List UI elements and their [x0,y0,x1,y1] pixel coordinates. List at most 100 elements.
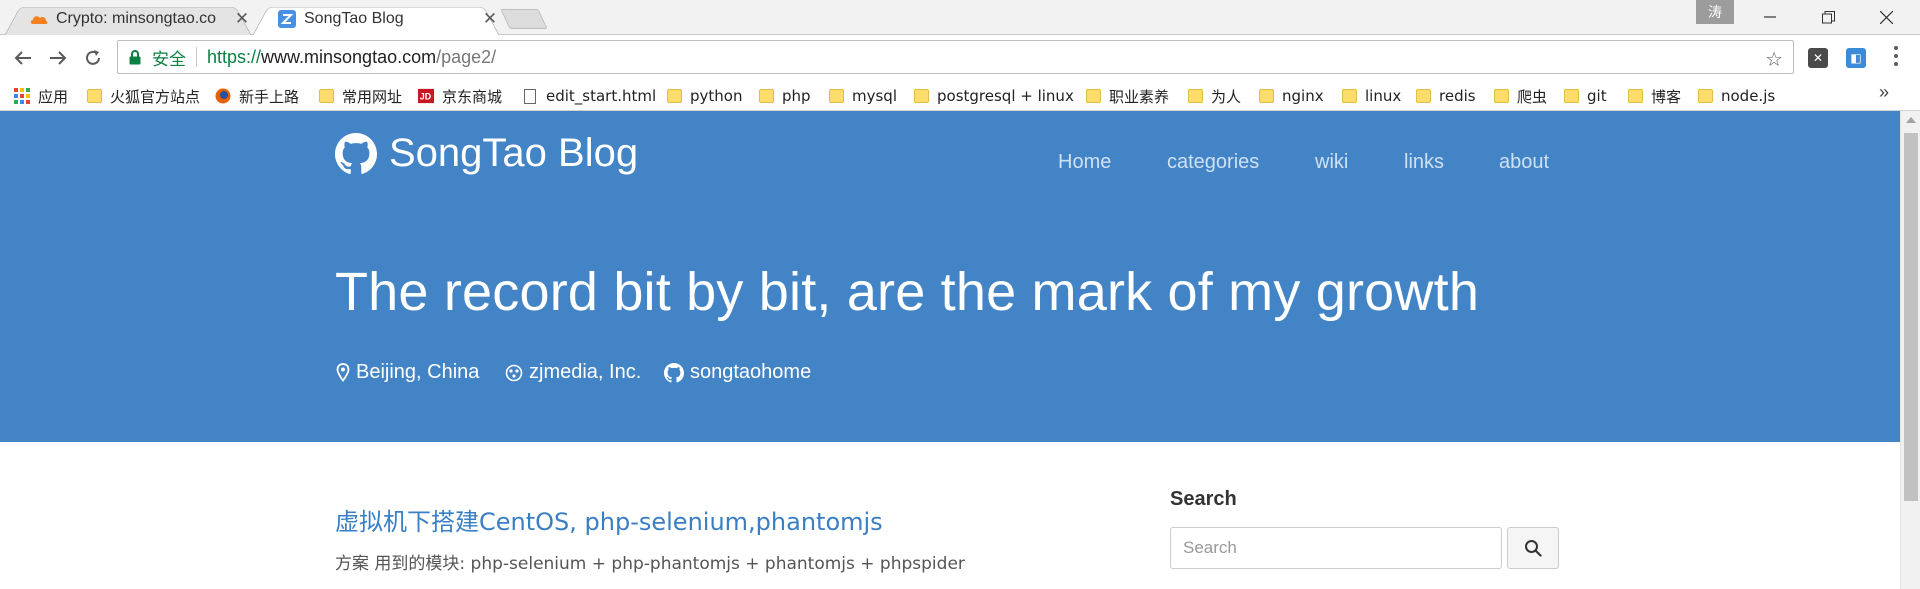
nav-about[interactable]: about [1499,151,1549,174]
bookmark-item[interactable]: 博客 [1627,84,1681,108]
bookmark-item[interactable]: mysql [828,84,897,108]
back-arrow-icon [14,51,31,65]
tab-title: Crypto: minsongtao.co [56,10,217,27]
github-icon [664,362,684,383]
bookmark-item[interactable]: linux [1341,84,1401,108]
bookmark-label: 为人 [1211,87,1242,106]
search-heading: Search [1170,488,1237,510]
tab-crypto[interactable]: Crypto: minsongtao.co ✕ [4,2,252,36]
extension-translate-icon[interactable]: ◧ [1846,48,1866,68]
bookmark-item[interactable]: 新手上路 [215,84,299,108]
new-tab-button[interactable] [500,9,548,29]
bookmark-item[interactable]: 常用网址 [318,84,402,108]
post-summary: 方案 用到的模块: php-selenium + php-phantomjs +… [335,554,965,574]
url-scheme: https:// [207,46,262,67]
bookmark-item[interactable]: redis [1415,84,1476,108]
bookmark-item[interactable]: php [758,84,811,108]
bookmark-item[interactable]: 职业素养 [1085,84,1169,108]
bookmark-label: node.js [1721,87,1776,105]
bookmark-label: redis [1439,87,1476,105]
bookmark-label: mysql [852,87,897,105]
scrollbar-thumb[interactable] [1904,133,1918,501]
reload-icon [86,50,100,65]
close-tab-icon[interactable]: ✕ [234,10,250,27]
meta-github[interactable]: songtaohome [664,361,811,384]
location-text: Beijing, China [356,361,480,383]
browser-toolbar: 安全 https:// www.minsongtao.com /page2/ ☆… [0,35,1920,81]
hero-headline: The record bit by bit, are the mark of m… [335,262,1480,322]
close-icon [1879,10,1893,24]
folder-icon [913,88,929,104]
minimize-button[interactable] [1742,0,1798,34]
map-pin-icon [336,363,350,382]
site-title: SongTao Blog [389,131,639,175]
url-path: /page2/ [436,46,497,67]
meta-location: Beijing, China [336,361,479,384]
folder-icon [1187,88,1203,104]
bookmark-label: 火狐官方站点 [110,87,201,106]
search-button[interactable] [1507,527,1559,569]
bookmark-item[interactable]: git [1563,84,1607,108]
bookmark-label: 博客 [1651,87,1682,106]
cloudflare-icon [30,10,48,28]
post-title-link[interactable]: 虚拟机下搭建CentOS, php-selenium,phantomjs [335,502,883,537]
folder-icon [828,88,844,104]
bookmark-label: edit_start.html [546,87,657,105]
reload-button[interactable] [79,44,107,72]
profile-badge[interactable]: 涛 [1696,0,1734,24]
nav-home[interactable]: Home [1058,151,1111,174]
bookmark-apps[interactable]: 应用 [14,84,68,108]
svg-text:JD: JD [420,92,432,102]
page-icon [522,88,538,104]
meta-company: zjmedia, Inc. [505,361,641,384]
close-window-button[interactable] [1858,0,1914,34]
bookmark-item[interactable]: postgresql + linux [913,84,1074,108]
bookmark-label: postgresql + linux [937,87,1074,105]
bookmark-item[interactable]: python [666,84,742,108]
github-username: songtaohome [690,361,812,383]
scroll-up-arrow-icon[interactable] [1906,117,1916,123]
tab-title: SongTao Blog [304,10,404,27]
folder-icon [1627,88,1643,104]
bookmark-item[interactable]: 爬虫 [1493,84,1547,108]
bookmark-item[interactable]: nginx [1258,84,1324,108]
bookmark-label: 常用网址 [342,87,403,106]
bookmark-item[interactable]: JD 京东商城 [418,84,502,108]
github-icon [335,132,377,174]
omnibox-divider [196,47,197,67]
tab-songtao-blog[interactable]: SongTao Blog ✕ [252,2,500,36]
apps-grid-icon [14,88,30,104]
bookmark-label: nginx [1282,87,1324,105]
search-input[interactable] [1170,527,1502,569]
nav-wiki[interactable]: wiki [1315,151,1348,174]
bookmark-star-icon[interactable]: ☆ [1765,47,1783,72]
extension-x-icon[interactable]: ✕ [1808,48,1828,68]
back-button[interactable] [9,44,37,72]
folder-icon [1415,88,1431,104]
address-bar[interactable]: 安全 https:// www.minsongtao.com /page2/ ☆ [117,40,1794,74]
url-host: www.minsongtao.com [261,46,437,67]
page-scrollbar[interactable] [1900,111,1920,589]
bookmarks-overflow-button[interactable]: » [1879,82,1889,103]
bookmark-label: 爬虫 [1517,87,1548,106]
folder-icon [1258,88,1274,104]
bookmark-item[interactable]: node.js [1697,84,1775,108]
close-tab-icon[interactable]: ✕ [482,10,498,27]
folder-icon [1493,88,1509,104]
bookmark-item[interactable]: 为人 [1187,84,1241,108]
nav-links[interactable]: links [1404,151,1444,174]
folder-icon [1085,88,1101,104]
bookmark-item[interactable]: edit_start.html [522,84,656,108]
tab-strip: Crypto: minsongtao.co ✕ SongTao Blog ✕ 涛 [0,0,1920,36]
forward-button[interactable] [44,44,72,72]
site-brand-link[interactable]: SongTao Blog [335,131,638,176]
restore-button[interactable] [1800,0,1856,34]
folder-icon [758,88,774,104]
nav-categories[interactable]: categories [1167,151,1259,174]
folder-icon [86,88,102,104]
bookmark-item[interactable]: 火狐官方站点 [86,84,200,108]
restore-icon [1821,10,1835,23]
menu-dots-icon[interactable] [1893,46,1899,66]
bookmark-label: 京东商城 [442,87,503,106]
bookmark-label: 职业素养 [1109,87,1170,106]
